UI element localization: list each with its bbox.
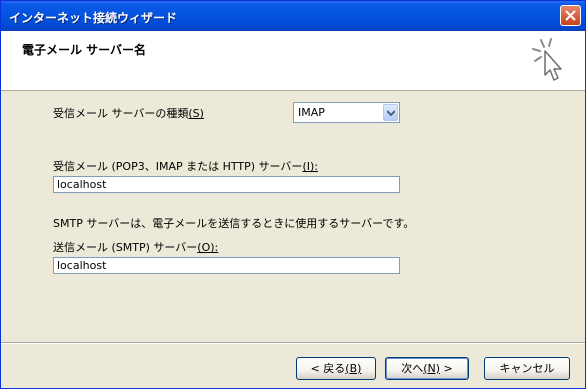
incoming-server-accel: (I): — [302, 160, 318, 173]
close-button[interactable] — [560, 5, 581, 26]
chevron-down-icon — [387, 110, 395, 116]
wizard-sparkle-icon — [532, 38, 562, 81]
next-button-accel: (N) — [423, 361, 441, 375]
back-button-label: < 戻る — [310, 361, 346, 375]
title-bar[interactable]: インターネット接続ウィザード — [1, 1, 585, 31]
wizard-header: 電子メール サーバー名 — [1, 31, 585, 91]
outgoing-server-label: 送信メール (SMTP) サーバー(O): — [53, 239, 218, 255]
next-button[interactable]: 次へ(N) > — [385, 357, 469, 380]
close-icon — [565, 10, 576, 21]
smtp-description: SMTP サーバーは、電子メールを送信するときに使用するサーバーです。 — [53, 217, 415, 230]
dropdown-button[interactable] — [383, 104, 398, 121]
server-type-select[interactable]: IMAP — [293, 102, 400, 123]
footer-divider — [1, 342, 585, 344]
server-type-label: 受信メール サーバーの種類(S) — [53, 105, 204, 121]
next-button-suffix: > — [440, 361, 453, 375]
window-title: インターネット接続ウィザード — [9, 11, 178, 25]
page-title: 電子メール サーバー名 — [22, 43, 147, 57]
next-button-label: 次へ — [401, 361, 424, 375]
wizard-window: インターネット接続ウィザード 電子メール サーバー名 受信メール サーバーの種類… — [0, 0, 586, 389]
incoming-server-label-text: 受信メール (POP3、IMAP または HTTP) サーバー — [53, 160, 303, 173]
back-button-accel: (B) — [345, 361, 362, 375]
server-type-label-text: 受信メール サーバーの種類 — [53, 107, 189, 120]
outgoing-server-label-text: 送信メール (SMTP) サーバー — [53, 241, 198, 254]
outgoing-server-input[interactable]: localhost — [53, 257, 400, 274]
server-type-value: IMAP — [298, 106, 325, 119]
cancel-button[interactable]: キャンセル — [484, 357, 570, 380]
incoming-server-input[interactable]: localhost — [53, 176, 400, 193]
back-button[interactable]: < 戻る(B) — [296, 357, 376, 380]
outgoing-server-accel: (O): — [197, 241, 219, 254]
incoming-server-label: 受信メール (POP3、IMAP または HTTP) サーバー(I): — [53, 158, 318, 174]
server-type-accel: (S) — [188, 107, 204, 120]
